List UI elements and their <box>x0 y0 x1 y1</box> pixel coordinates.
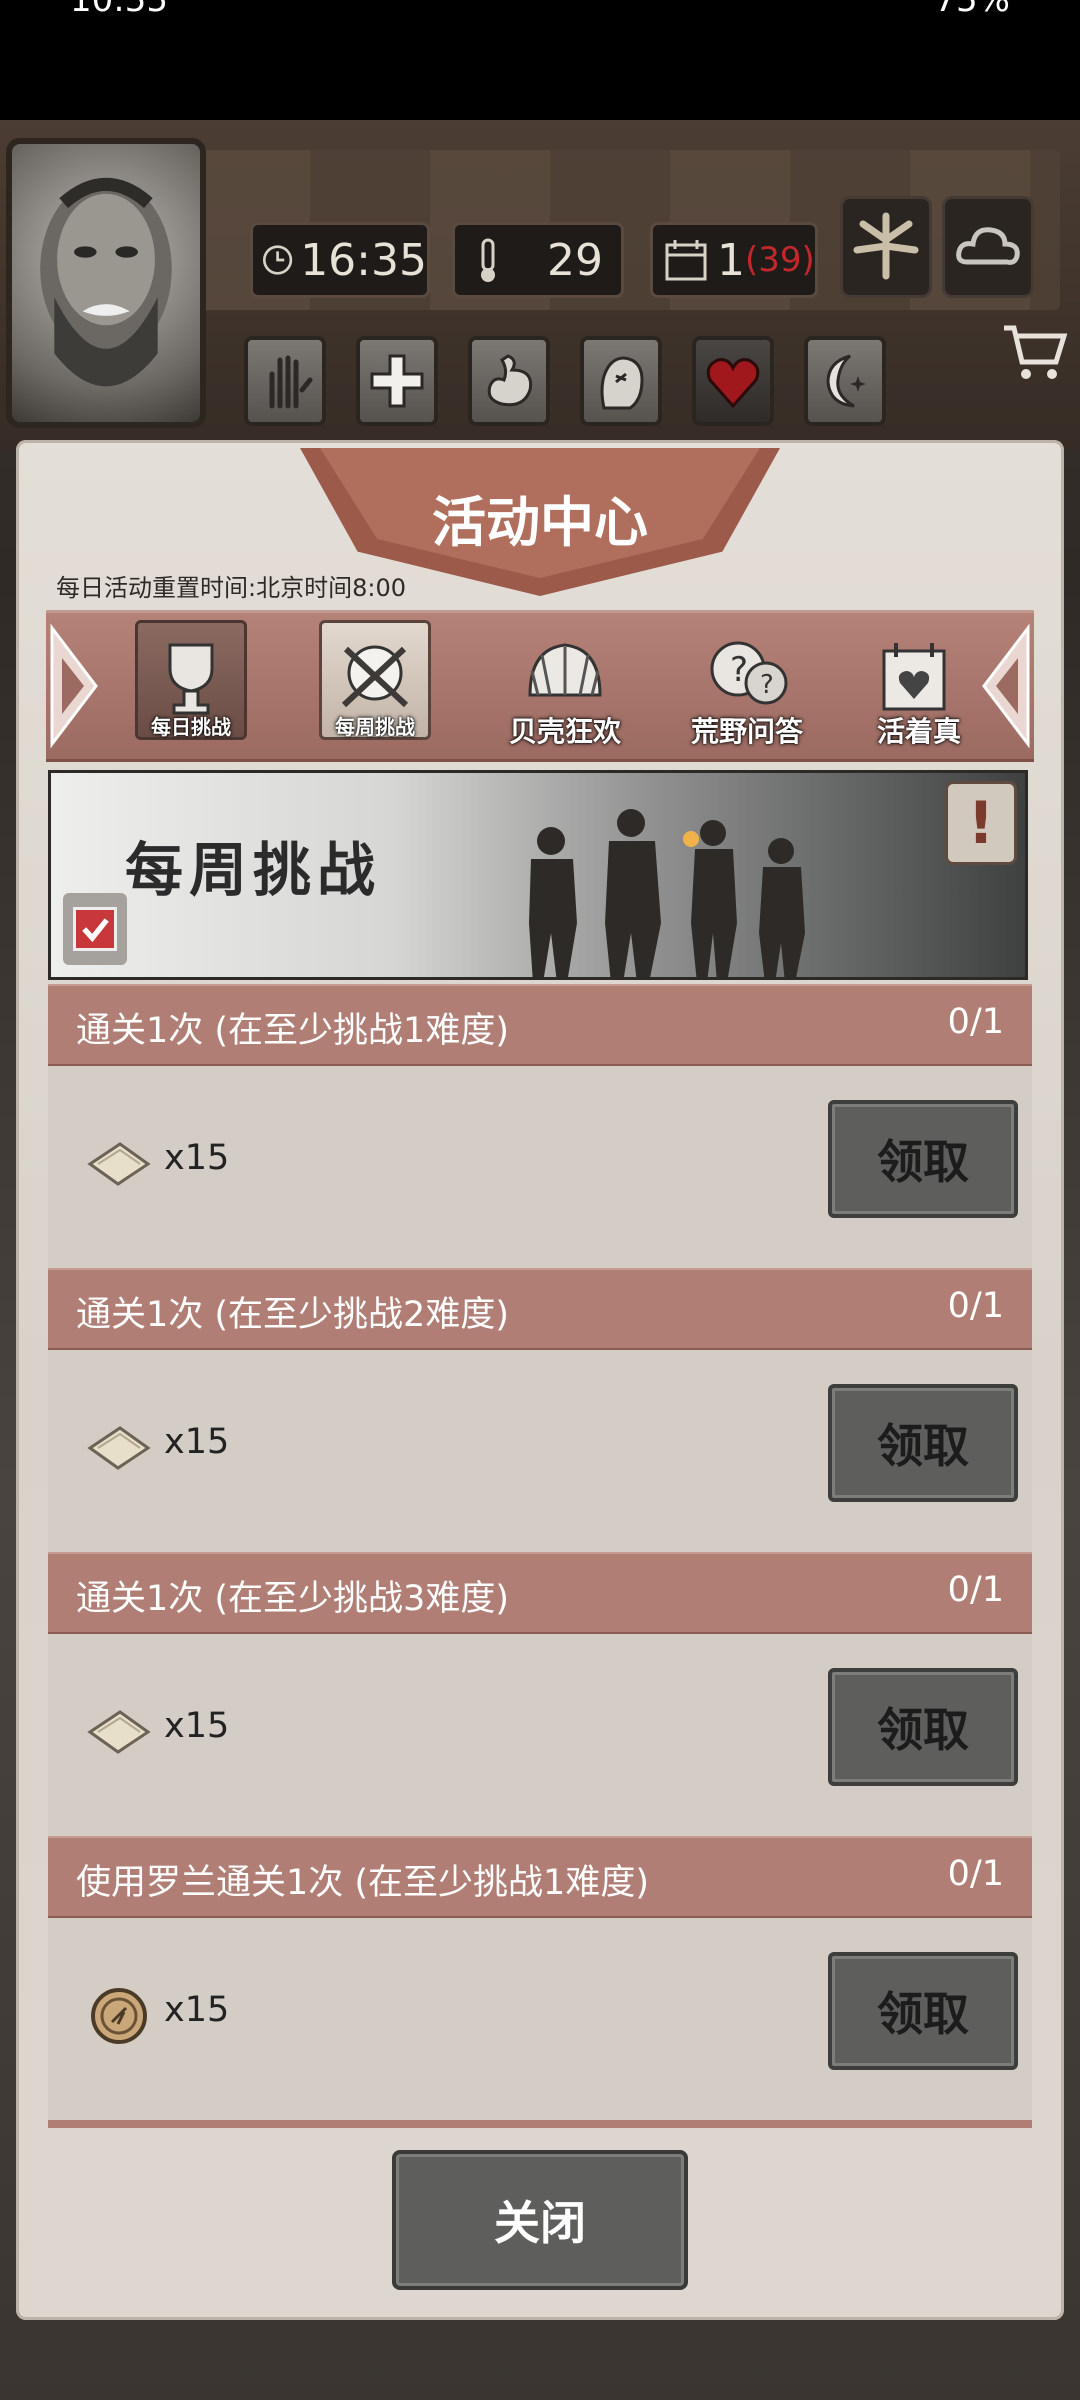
task-row: x15 领取 <box>48 1634 1032 1836</box>
weather-button[interactable] <box>942 196 1034 298</box>
clock-time: 16:35 <box>300 234 427 286</box>
reward-quantity: x15 <box>164 1138 230 1178</box>
banner-checkbox[interactable] <box>63 893 127 965</box>
task-title: 通关1次 (在至少挑战2难度) <box>76 1295 509 1335</box>
reward-quantity: x15 <box>164 1990 230 2030</box>
tab-alive-label: 活着真 <box>876 715 961 748</box>
heart-status[interactable] <box>692 336 774 426</box>
head-icon <box>600 356 644 410</box>
task-title: 通关1次 (在至少挑战3难度) <box>76 1579 509 1619</box>
mind-status[interactable] <box>580 336 662 426</box>
close-button[interactable]: 关闭 <box>392 2150 688 2290</box>
arrow-left-icon <box>50 623 98 749</box>
paper-icon <box>87 1426 151 1470</box>
tab-daily-challenge-label: 每日挑战 <box>151 715 231 739</box>
clock-display: 16:35 <box>250 222 430 298</box>
task-title: 使用罗兰通关1次 (在至少挑战1难度) <box>76 1863 649 1903</box>
reset-time-note: 每日活动重置时间:北京时间8:00 <box>56 574 406 602</box>
character-portrait[interactable] <box>6 138 206 428</box>
tab-weekly-challenge[interactable]: 每周挑战 <box>316 620 434 752</box>
tab-alive[interactable]: 活着真 <box>860 620 978 752</box>
thermometer-icon <box>481 238 495 282</box>
banner-title: 每周挑战 <box>125 836 382 904</box>
health-status[interactable] <box>356 336 438 426</box>
claim-button[interactable]: 领取 <box>828 1384 1018 1502</box>
day-number: 1 <box>717 234 745 286</box>
leaf-button[interactable] <box>840 196 932 298</box>
hand-icon <box>269 355 313 409</box>
temperature-value: 29 <box>547 234 603 286</box>
tab-wilderness-quiz[interactable]: ?? 荒野问答 <box>688 620 806 752</box>
heart-icon <box>706 358 760 409</box>
shop-cart-icon[interactable] <box>1000 318 1070 388</box>
survivors-illustration <box>529 809 805 977</box>
task-row: x15 领取 <box>48 1066 1032 1268</box>
checkmark-icon <box>73 907 117 951</box>
leaf-icon <box>853 212 919 280</box>
info-alert-button[interactable]: ! <box>945 781 1017 865</box>
weekly-challenge-banner: 每周挑战 ! <box>48 770 1028 980</box>
task-progress: 0/1 <box>947 1854 1004 1894</box>
task-title: 通关1次 (在至少挑战1难度) <box>76 1011 509 1051</box>
cloud-icon <box>956 227 1020 265</box>
task-row: x15 领取 <box>48 1918 1032 2120</box>
task-progress: 0/1 <box>947 1002 1004 1042</box>
tab-shell-carnival[interactable]: 贝壳狂欢 <box>506 620 624 752</box>
hunger-status[interactable] <box>468 336 550 426</box>
status-battery: 75% <box>934 0 1010 20</box>
day-extra: (39) <box>745 240 815 280</box>
paper-icon <box>87 1710 151 1754</box>
tab-daily-challenge[interactable]: 每日挑战 <box>132 620 250 752</box>
tab-weekly-challenge-label: 每周挑战 <box>335 715 415 739</box>
svg-text:?: ? <box>730 650 748 690</box>
claim-button[interactable]: 领取 <box>828 1668 1018 1786</box>
calendar-icon <box>665 240 707 281</box>
task-header: 通关1次 (在至少挑战2难度) 0/1 <box>48 1268 1032 1350</box>
task-list-bottom-edge <box>48 2120 1032 2128</box>
claim-button[interactable]: 领取 <box>828 1952 1018 2070</box>
status-bar: 10:55 75% <box>0 0 1080 22</box>
clock-icon <box>262 245 293 275</box>
task-row: x15 领取 <box>48 1350 1032 1552</box>
panel-title: 活动中心 <box>432 491 648 554</box>
tab-scroll-left[interactable] <box>44 618 104 754</box>
svg-text:?: ? <box>760 670 774 700</box>
moon-icon <box>826 354 866 408</box>
task-header: 使用罗兰通关1次 (在至少挑战1难度) 0/1 <box>48 1836 1032 1918</box>
day-display: 1 (39) <box>650 222 818 298</box>
reward-quantity: x15 <box>164 1706 230 1746</box>
tab-wilderness-quiz-label: 荒野问答 <box>690 715 803 748</box>
character-face-icon <box>40 177 172 387</box>
status-time: 10:55 <box>70 0 168 20</box>
tab-shell-carnival-label: 贝壳狂欢 <box>508 715 621 748</box>
reward-quantity: x15 <box>164 1422 230 1462</box>
claim-button[interactable]: 领取 <box>828 1100 1018 1218</box>
temperature-display: 29 <box>452 222 624 298</box>
task-header: 通关1次 (在至少挑战1难度) 0/1 <box>48 984 1032 1066</box>
stomach-icon <box>487 354 533 407</box>
coin-icon <box>91 1988 147 2044</box>
task-progress: 0/1 <box>947 1286 1004 1326</box>
paper-icon <box>87 1142 151 1186</box>
task-progress: 0/1 <box>947 1570 1004 1610</box>
hand-status[interactable] <box>244 336 326 426</box>
task-header: 通关1次 (在至少挑战3难度) 0/1 <box>48 1552 1032 1634</box>
sleep-status[interactable] <box>804 336 886 426</box>
medical-cross-icon <box>370 354 424 408</box>
